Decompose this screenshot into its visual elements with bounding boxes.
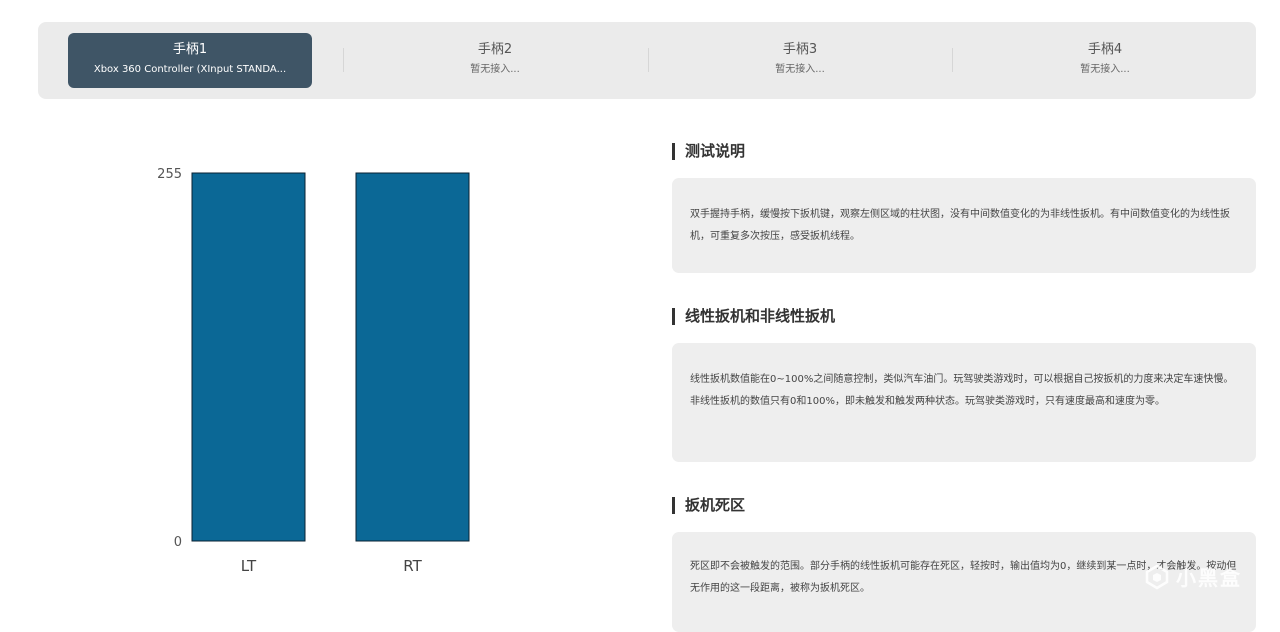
section-title-test-instructions: 测试说明: [672, 143, 745, 160]
watermark-text: 小黑盒: [1176, 566, 1242, 590]
y-tick-label: 255: [157, 167, 182, 182]
trigger-chart: 0 255 LT RT: [0, 110, 640, 613]
bar-lt: [191, 172, 306, 542]
section-title-linear-trigger: 线性扳机和非线性扳机: [672, 308, 835, 325]
tab-controller-2[interactable]: 手柄2 暂无接入...: [373, 33, 617, 88]
tab-controller-3[interactable]: 手柄3 暂无接入...: [678, 33, 922, 88]
tab-title: 手柄2: [477, 42, 513, 57]
tab-subtitle: 暂无接入...: [470, 64, 520, 75]
section-title-dead-zone: 扳机死区: [672, 497, 745, 514]
tab-subtitle: Xbox 360 Controller (XInput STANDA...: [93, 64, 287, 75]
x-tick-label-rt: RT: [403, 557, 422, 575]
y-tick-label: 0: [174, 535, 182, 550]
tab-divider: [343, 48, 344, 72]
tab-title: 手柄4: [1087, 42, 1123, 57]
x-tick-label-lt: LT: [241, 557, 257, 575]
tab-controller-4[interactable]: 手柄4 暂无接入...: [983, 33, 1227, 88]
tab-subtitle: 暂无接入...: [1080, 64, 1130, 75]
watermark: 小黑盒: [1144, 562, 1242, 591]
card-text: 双手握持手柄，缓慢按下扳机键，观察左侧区域的柱状图，没有中间数值变化的为非线性扳…: [690, 209, 1230, 242]
tab-divider: [648, 48, 649, 72]
tab-title: 手柄1: [172, 42, 208, 57]
tab-subtitle: 暂无接入...: [775, 64, 825, 75]
tab-controller-1[interactable]: 手柄1 Xbox 360 Controller (XInput STANDA..…: [68, 33, 312, 88]
card-linear-trigger: 线性扳机数值能在0~100%之间随意控制，类似汽车油门。玩驾驶类游戏时，可以根据…: [672, 343, 1256, 462]
controller-tab-bar: 手柄1 Xbox 360 Controller (XInput STANDA..…: [38, 22, 1256, 99]
tab-title: 手柄3: [782, 42, 818, 57]
heybox-logo-icon: [1145, 564, 1169, 589]
card-text: 线性扳机数值能在0~100%之间随意控制，类似汽车油门。玩驾驶类游戏时，可以根据…: [690, 374, 1234, 407]
bar-rt: [355, 172, 470, 542]
card-test-instructions: 双手握持手柄，缓慢按下扳机键，观察左侧区域的柱状图，没有中间数值变化的为非线性扳…: [672, 178, 1256, 273]
tab-divider: [952, 48, 953, 72]
trigger-bar-chart: 0 255 LT RT: [157, 167, 470, 575]
